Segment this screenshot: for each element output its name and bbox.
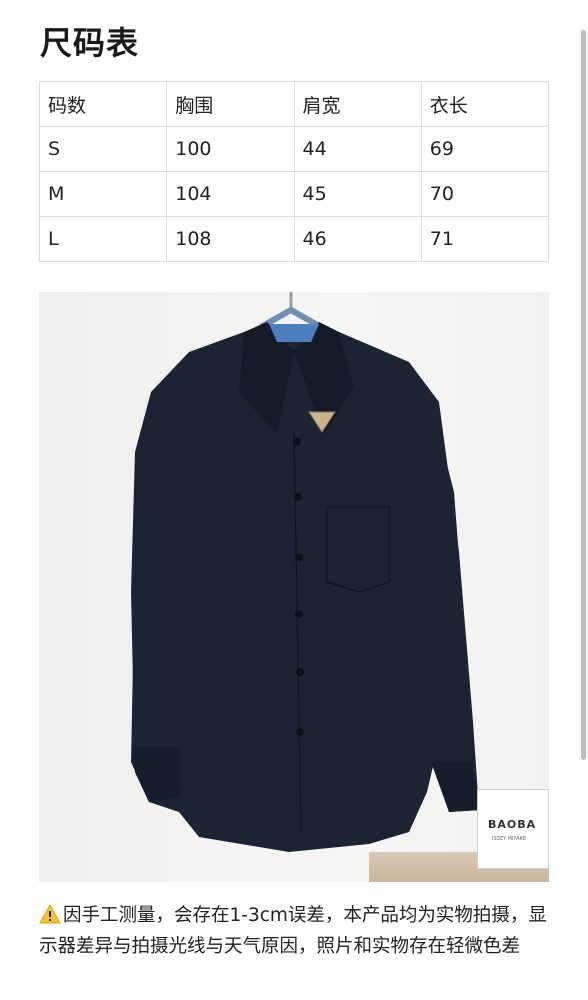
table-cell: 71 [420, 216, 550, 262]
table-header-row: 码数 胸围 肩宽 衣长 [38, 81, 550, 127]
warning-icon [39, 904, 61, 924]
table-cell: 108 [166, 216, 295, 262]
bag-sub-text: ISSEY MIYAKE [492, 836, 526, 842]
size-table: 码数 胸围 肩宽 衣长 S 100 44 69 M 104 45 70 L 10… [38, 81, 550, 262]
header-cell-length: 衣长 [420, 81, 550, 127]
header-cell-size: 码数 [38, 81, 168, 127]
table-row: S 100 44 69 [38, 126, 550, 172]
shirt-illustration [131, 292, 479, 852]
disclaimer-note: 因手工测量，会存在1-3cm误差，本产品均为实物拍摄，显示器差异与拍摄光线与天气… [39, 900, 551, 962]
page-title: 尺码表 [40, 24, 140, 62]
table-row: M 104 45 70 [38, 171, 550, 217]
table-cell: M [38, 171, 168, 217]
table-cell: 100 [166, 126, 295, 172]
table-cell: S [38, 126, 168, 172]
scrollbar[interactable] [581, 30, 586, 760]
bag-brand-text: BAOBA [488, 818, 537, 831]
table-cell: 44 [293, 126, 422, 172]
disclaimer-text: 因手工测量，会存在1-3cm误差，本产品均为实物拍摄，显示器差异与拍摄光线与天气… [39, 905, 547, 957]
table-cell: L [38, 216, 168, 262]
table-row: L 108 46 71 [38, 216, 550, 262]
table-cell: 45 [293, 171, 422, 217]
table-cell: 70 [420, 171, 550, 217]
header-cell-chest: 胸围 [166, 81, 295, 127]
shopping-bag: BAOBA ISSEY MIYAKE [477, 789, 549, 869]
header-cell-shoulder: 肩宽 [293, 81, 422, 127]
table-cell: 46 [293, 216, 422, 262]
product-photo: BAOBA ISSEY MIYAKE [39, 292, 549, 882]
table-cell: 69 [420, 126, 550, 172]
table-cell: 104 [166, 171, 295, 217]
